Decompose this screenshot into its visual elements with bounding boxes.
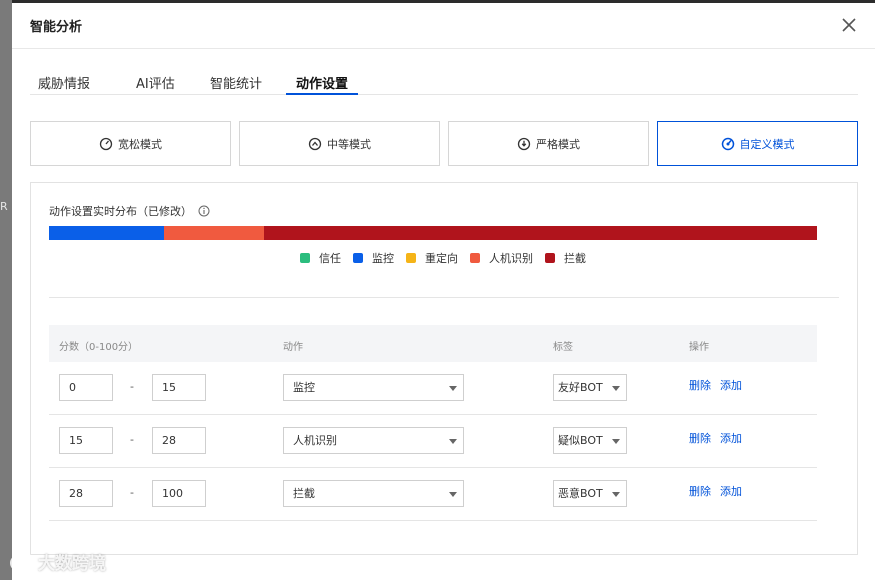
distribution-segment: [164, 226, 265, 240]
delete-link[interactable]: 删除: [689, 377, 711, 393]
header-operation: 操作: [689, 342, 709, 353]
dialog-header: 智能分析: [12, 3, 875, 49]
legend-swatch: [406, 253, 416, 263]
rules-table: 分数（0-100分） 动作 标签 操作 0 - 15 监控 友好BOT 删除 添…: [49, 325, 817, 521]
chevron-down-icon: [449, 439, 457, 444]
action-select-value: 监控: [293, 381, 315, 394]
table-row: 28 - 100 拦截 恶意BOT 删除 添加: [49, 468, 817, 521]
backdrop-left: [0, 0, 12, 580]
add-link[interactable]: 添加: [720, 377, 742, 393]
mode-loose-button[interactable]: 宽松模式: [30, 121, 231, 166]
action-settings-panel: 动作设置实时分布（已修改） 信任 监控 重定向 人机识别 拦截 分数（0-100分） 动…: [30, 182, 858, 555]
header-tag: 标签: [553, 342, 573, 353]
tag-select[interactable]: 恶意BOT: [553, 480, 627, 507]
legend-label: 监控: [372, 252, 394, 265]
distribution-bar: [49, 226, 817, 240]
add-link[interactable]: 添加: [720, 430, 742, 446]
tag-select[interactable]: 友好BOT: [553, 374, 627, 401]
gauge-mid-icon: [308, 137, 322, 150]
mode-label: 自定义模式: [739, 137, 795, 151]
chevron-down-icon: [449, 386, 457, 391]
tab-action-settings[interactable]: 动作设置: [286, 73, 359, 95]
legend-label: 信任: [319, 252, 341, 265]
header-action: 动作: [283, 342, 303, 353]
score-max-input[interactable]: 15: [152, 374, 206, 401]
tag-select-value: 恶意BOT: [558, 487, 603, 500]
chevron-down-icon: [612, 439, 620, 444]
mode-medium-button[interactable]: 中等模式: [239, 121, 440, 166]
score-max-input[interactable]: 100: [152, 480, 206, 507]
delete-link[interactable]: 删除: [689, 430, 711, 446]
tag-select-value: 疑似BOT: [558, 434, 603, 447]
range-separator: -: [130, 380, 134, 393]
chevron-down-icon: [612, 492, 620, 497]
watermark-text: 大数跨境: [38, 554, 106, 574]
legend-label: 拦截: [564, 252, 586, 265]
action-select-value: 拦截: [293, 487, 315, 500]
distribution-legend: 信任 监控 重定向 人机识别 拦截: [300, 250, 598, 266]
legend-swatch: [300, 253, 310, 263]
tag-select[interactable]: 疑似BOT: [553, 427, 627, 454]
range-separator: -: [130, 433, 134, 446]
tab-ai-eval[interactable]: AI评估: [136, 73, 175, 95]
close-icon[interactable]: [839, 15, 859, 35]
legend-swatch: [545, 253, 555, 263]
gauge-custom-icon: [721, 137, 734, 150]
smart-analysis-dialog: 智能分析 威胁情报 AI评估 智能统计 动作设置 宽松模式 中等模式 严格模式: [12, 3, 875, 580]
range-separator: -: [130, 486, 134, 499]
mode-label: 宽松模式: [118, 137, 162, 151]
distribution-segment: [264, 226, 817, 240]
chevron-down-icon: [612, 386, 620, 391]
action-select[interactable]: 监控: [283, 374, 464, 401]
legend-item: 拦截: [545, 250, 586, 266]
score-max-input[interactable]: 28: [152, 427, 206, 454]
table-header: 分数（0-100分） 动作 标签 操作: [49, 325, 817, 362]
info-icon[interactable]: [198, 205, 210, 217]
legend-swatch: [470, 253, 480, 263]
legend-item: 人机识别: [470, 250, 533, 266]
add-link[interactable]: 添加: [720, 483, 742, 499]
tab-smart-stats[interactable]: 智能统计: [210, 73, 262, 95]
score-min-input[interactable]: 15: [59, 427, 113, 454]
action-select[interactable]: 人机识别: [283, 427, 464, 454]
score-min-input[interactable]: 0: [59, 374, 113, 401]
delete-link[interactable]: 删除: [689, 483, 711, 499]
distribution-title-text: 动作设置实时分布（已修改）: [49, 205, 192, 218]
backdrop-text: R: [0, 200, 8, 213]
chevron-down-icon: [449, 492, 457, 497]
mode-custom-button[interactable]: 自定义模式: [657, 121, 858, 166]
legend-item: 重定向: [406, 250, 458, 266]
legend-item: 监控: [353, 250, 394, 266]
table-row: 0 - 15 监控 友好BOT 删除 添加: [49, 362, 817, 415]
legend-label: 重定向: [425, 252, 458, 265]
tab-threat-intel[interactable]: 威胁情报: [38, 73, 90, 95]
header-score: 分数（0-100分）: [59, 342, 139, 353]
table-row: 15 - 28 人机识别 疑似BOT 删除 添加: [49, 415, 817, 468]
divider: [49, 297, 839, 298]
mode-label: 严格模式: [536, 137, 580, 151]
distribution-title: 动作设置实时分布（已修改）: [49, 203, 210, 219]
watermark-logo-icon: [10, 551, 31, 571]
dialog-title: 智能分析: [30, 20, 83, 35]
score-min-input[interactable]: 28: [59, 480, 113, 507]
mode-label: 中等模式: [327, 137, 371, 151]
legend-label: 人机识别: [489, 252, 533, 265]
mode-strict-button[interactable]: 严格模式: [448, 121, 649, 166]
action-select-value: 人机识别: [293, 434, 337, 447]
action-select[interactable]: 拦截: [283, 480, 464, 507]
watermark: 大数跨境: [8, 549, 106, 574]
legend-item: 信任: [300, 250, 341, 266]
gauge-low-icon: [99, 137, 113, 150]
tag-select-value: 友好BOT: [558, 381, 603, 394]
gauge-high-icon: [517, 137, 531, 150]
tab-bar: 威胁情报 AI评估 智能统计 动作设置: [30, 61, 858, 95]
legend-swatch: [353, 253, 363, 263]
distribution-segment: [49, 226, 165, 240]
